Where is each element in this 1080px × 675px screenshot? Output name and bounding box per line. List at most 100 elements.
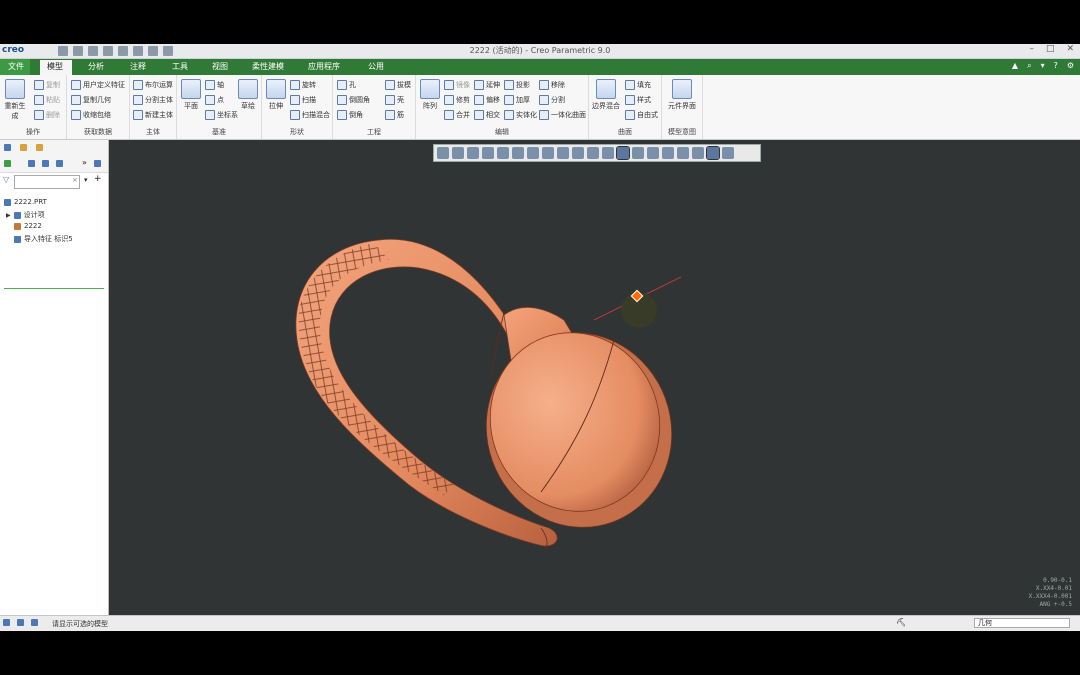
udf-button[interactable]: 用户定义特征 [71,80,125,90]
new-body-button[interactable]: 新建主体 [133,110,173,120]
point-button[interactable]: 点 [205,95,224,105]
pattern-button[interactable]: 阵列 [418,79,442,111]
revolve-button[interactable]: 旋转 [290,80,316,90]
headset-model[interactable] [109,140,1080,615]
sketch-button[interactable]: 草绘 [237,79,259,111]
group-label-operations[interactable]: 操作 [0,127,66,137]
tree-columns-icon[interactable] [28,160,35,167]
tab-view[interactable]: 视图 [212,61,228,72]
graphics-viewport[interactable]: 0.90-0.1 X.XX4-0.01 X.XXX4-0.001 ANG +-0… [109,140,1080,615]
tree-item-import-feature[interactable]: 导入特征 标识5 [14,234,73,244]
filter-funnel-icon[interactable]: ▽ [3,175,9,184]
tab-applications[interactable]: 应用程序 [308,61,340,72]
thicken-button[interactable]: 加厚 [504,95,530,105]
split-button[interactable]: 分割 [539,95,565,105]
selection-filter-dropdown[interactable]: 几何 [974,618,1070,628]
insert-indicator[interactable] [4,288,104,289]
csys-button[interactable]: 坐标系 [205,110,238,120]
group-label-body[interactable]: 主体 [130,127,176,137]
axis-button[interactable]: 轴 [205,80,224,90]
boundary-blend-button[interactable]: 边界混合 [591,79,621,111]
tree-search-input[interactable] [14,175,80,189]
tree-root[interactable]: 2222.PRT [4,198,47,206]
split-body-button[interactable]: 分割主体 [133,95,173,105]
tab-analysis[interactable]: 分析 [88,61,104,72]
add-filter-icon[interactable]: + [94,174,102,184]
regenerate-button[interactable]: 重新生成 [2,79,28,121]
shell-button[interactable]: 壳 [385,95,404,105]
intersect-icon [474,110,484,120]
boolean-button[interactable]: 布尔运算 [133,80,173,90]
expand-chevron-icon[interactable]: » [82,158,87,167]
navigator-toggle-icon[interactable] [3,619,10,626]
expand-arrow-icon[interactable]: ▶ [6,212,11,219]
draft-button[interactable]: 拔模 [385,80,411,90]
tree-filter-icon[interactable] [94,160,101,167]
mirror-button[interactable]: 镜像 [444,80,470,90]
sweep-icon [290,95,300,105]
hide-ribbon-icon[interactable]: ▾ [1041,61,1045,71]
delete-button[interactable]: 删除 [34,110,60,120]
copy-geometry-button[interactable]: 复制几何 [71,95,111,105]
swept-blend-button[interactable]: 扫描混合 [290,110,330,120]
paste-button[interactable]: 粘贴 [34,95,60,105]
intersect-button[interactable]: 相交 [474,110,500,120]
tab-common[interactable]: 公用 [368,61,384,72]
browser-toggle-icon[interactable] [17,619,24,626]
group-label-editing[interactable]: 编辑 [416,127,588,137]
tree-settings-icon[interactable] [56,160,63,167]
trim-button[interactable]: 修剪 [444,95,470,105]
plane-button[interactable]: 平面 [179,79,203,111]
group-label-engineering[interactable]: 工程 [333,127,415,137]
extrude-button[interactable]: 拉伸 [264,79,288,111]
component-interface-button[interactable]: 元件界面 [664,79,700,111]
draft-icon [385,80,395,90]
round-button[interactable]: 倒圆角 [337,95,370,105]
hole-button[interactable]: 孔 [337,80,356,90]
clear-search-icon[interactable]: × [72,176,78,184]
merge-button[interactable]: 合并 [444,110,470,120]
model-tree-icon[interactable] [4,144,11,151]
copy-button[interactable]: 复制 [34,80,60,90]
sweep-button[interactable]: 扫描 [290,95,316,105]
show-icon[interactable] [42,160,49,167]
up-arrow-icon[interactable]: ▲ [1012,61,1018,71]
help-icon[interactable]: ? [1054,61,1058,71]
offset-button[interactable]: 偏移 [474,95,500,105]
freestyle-button[interactable]: 自由式 [625,110,658,120]
close-icon[interactable]: ✕ [1066,44,1074,54]
fullscreen-icon[interactable] [31,619,38,626]
settings-icon[interactable]: ⚙ [1067,61,1074,71]
layer-icon[interactable] [4,160,11,167]
delete-icon [34,110,44,120]
group-label-datum[interactable]: 基准 [177,127,261,137]
shrinkwrap-button[interactable]: 收缩包络 [71,110,111,120]
unify-surface-button[interactable]: 一体化曲面 [539,110,586,120]
remove-button[interactable]: 移除 [539,80,565,90]
rib-button[interactable]: 筋 [385,110,404,120]
tree-item-design-items[interactable]: ▶ 设计项 [6,210,45,220]
smart-selection-icon[interactable]: ⛏ [896,618,906,627]
tab-tools[interactable]: 工具 [172,61,188,72]
group-label-get-data[interactable]: 获取数据 [67,127,129,137]
style-button[interactable]: 样式 [625,95,651,105]
extend-button[interactable]: 延伸 [474,80,500,90]
chamfer-button[interactable]: 倒角 [337,110,363,120]
folder-browser-icon[interactable] [20,144,27,151]
minimize-icon[interactable]: – [1029,44,1034,54]
search-dropdown-icon[interactable]: ▾ [84,176,88,184]
group-label-model-intent[interactable]: 模型意图 [662,127,702,137]
project-button[interactable]: 投影 [504,80,530,90]
maximize-icon[interactable]: □ [1046,44,1055,54]
group-label-shapes[interactable]: 形状 [262,127,332,137]
fill-button[interactable]: 填充 [625,80,651,90]
tab-file[interactable]: 文件 [0,59,30,75]
search-icon[interactable]: ⌕ [1027,61,1031,71]
tab-model[interactable]: 模型 [47,61,63,72]
solidify-button[interactable]: 实体化 [504,110,537,120]
favorites-icon[interactable] [36,144,43,151]
group-label-surfaces[interactable]: 曲面 [589,127,661,137]
tab-flexible-modeling[interactable]: 柔性建模 [252,61,284,72]
tree-item-csys[interactable]: 2222 [14,222,42,230]
tab-annotate[interactable]: 注释 [130,61,146,72]
